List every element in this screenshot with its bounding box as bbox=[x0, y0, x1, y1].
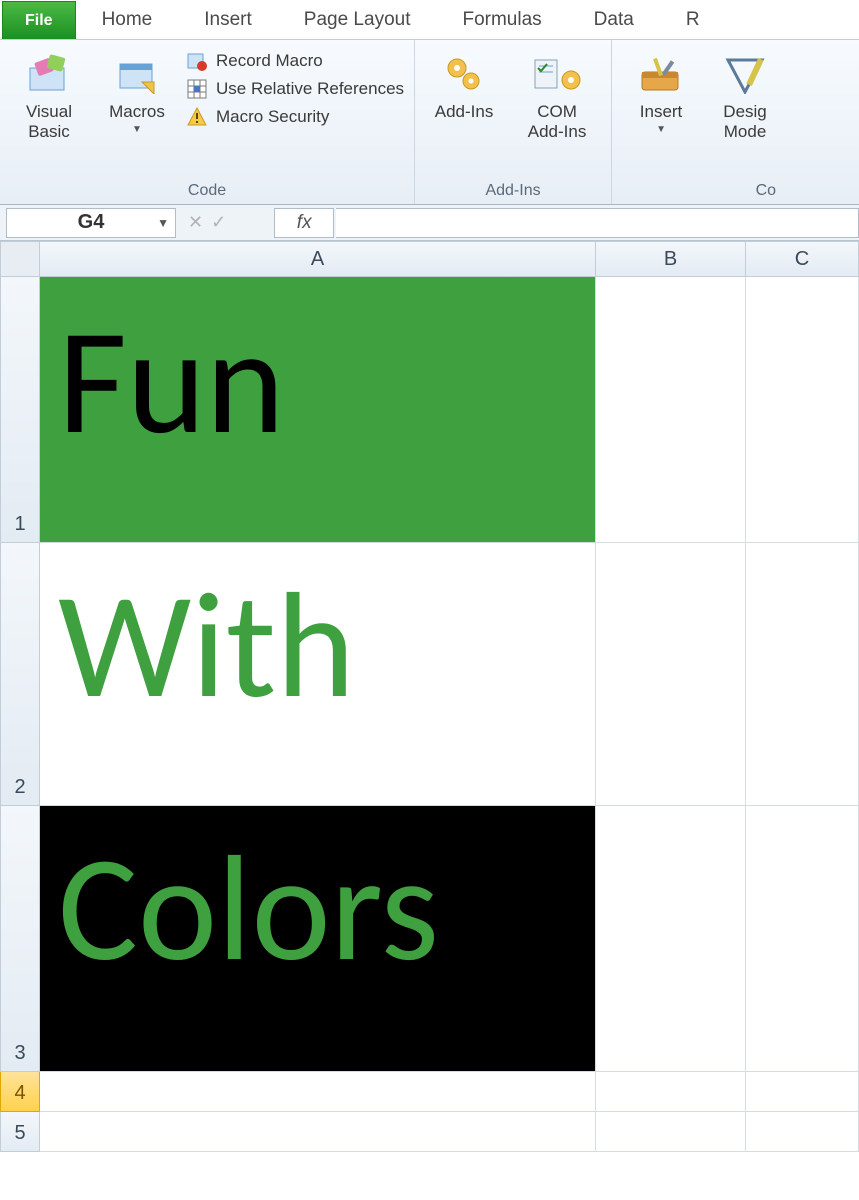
formula-bar: G4 ✕ ✓ fx bbox=[0, 205, 859, 241]
group-addins-label: Add-Ins bbox=[425, 179, 601, 202]
row-header-5[interactable]: 5 bbox=[0, 1112, 40, 1152]
record-macro-label: Record Macro bbox=[216, 51, 323, 71]
cell-c1[interactable] bbox=[746, 277, 859, 543]
row-header-4[interactable]: 4 bbox=[0, 1072, 40, 1112]
chevron-down-icon: ▼ bbox=[132, 124, 142, 136]
use-relative-references-label: Use Relative References bbox=[216, 79, 404, 99]
cell-b3[interactable] bbox=[596, 806, 746, 1072]
ribbon-tabs: File Home Insert Page Layout Formulas Da… bbox=[0, 0, 859, 40]
column-header-a[interactable]: A bbox=[40, 241, 596, 277]
visual-basic-icon bbox=[25, 50, 73, 98]
cell-a4[interactable] bbox=[40, 1072, 596, 1112]
row-header-2[interactable]: 2 bbox=[0, 543, 40, 806]
group-controls-label: Co bbox=[622, 179, 780, 202]
insert-control-button[interactable]: Insert ▼ bbox=[622, 46, 700, 135]
relative-references-icon bbox=[186, 78, 208, 100]
cell-c3[interactable] bbox=[746, 806, 859, 1072]
formula-input[interactable] bbox=[336, 208, 859, 238]
name-box[interactable]: G4 bbox=[6, 208, 176, 238]
cell-b2[interactable] bbox=[596, 543, 746, 806]
chevron-down-icon: ▼ bbox=[656, 124, 666, 136]
ribbon: Visual Basic Macros ▼ Record Macro bbox=[0, 40, 859, 205]
enter-icon: ✓ bbox=[211, 212, 226, 233]
use-relative-references-button[interactable]: Use Relative References bbox=[186, 78, 404, 100]
group-controls: Insert ▼ Desig Mode Co bbox=[612, 40, 790, 204]
cell-c4[interactable] bbox=[746, 1072, 859, 1112]
insert-control-label: Insert bbox=[640, 102, 683, 122]
macro-security-button[interactable]: Macro Security bbox=[186, 106, 404, 128]
design-mode-icon bbox=[721, 50, 769, 98]
cell-a1[interactable]: Fun bbox=[40, 277, 596, 543]
cell-b5[interactable] bbox=[596, 1112, 746, 1152]
addins-button[interactable]: Add-Ins bbox=[425, 46, 503, 122]
cell-b1[interactable] bbox=[596, 277, 746, 543]
record-macro-button[interactable]: Record Macro bbox=[186, 50, 404, 72]
cell-a5[interactable] bbox=[40, 1112, 596, 1152]
formula-bar-buttons: ✕ ✓ bbox=[188, 212, 226, 233]
group-addins: Add-Ins COM Add-Ins Add-Ins bbox=[415, 40, 612, 204]
design-mode-label: Desig Mode bbox=[723, 102, 766, 141]
row-header-3[interactable]: 3 bbox=[0, 806, 40, 1072]
cell-c2[interactable] bbox=[746, 543, 859, 806]
macro-security-label: Macro Security bbox=[216, 107, 329, 127]
fx-button[interactable]: fx bbox=[274, 208, 334, 238]
cell-b4[interactable] bbox=[596, 1072, 746, 1112]
worksheet-grid[interactable]: A B C 1 Fun 2 With 3 Colors 4 5 bbox=[0, 241, 859, 1152]
tab-home[interactable]: Home bbox=[76, 1, 179, 39]
cell-a2[interactable]: With bbox=[40, 543, 596, 806]
tab-review-partial[interactable]: R bbox=[660, 1, 726, 39]
row-header-1[interactable]: 1 bbox=[0, 277, 40, 543]
column-header-b[interactable]: B bbox=[596, 241, 746, 277]
tab-data[interactable]: Data bbox=[568, 1, 660, 39]
tab-insert[interactable]: Insert bbox=[178, 1, 278, 39]
tab-page-layout[interactable]: Page Layout bbox=[278, 1, 437, 39]
tab-formulas[interactable]: Formulas bbox=[436, 1, 567, 39]
record-macro-icon bbox=[186, 50, 208, 72]
com-addins-icon bbox=[533, 50, 581, 98]
macros-button[interactable]: Macros ▼ bbox=[98, 46, 176, 135]
addins-label: Add-Ins bbox=[435, 102, 494, 122]
toolbox-icon bbox=[637, 50, 685, 98]
visual-basic-button[interactable]: Visual Basic bbox=[10, 46, 88, 141]
macros-label: Macros bbox=[109, 102, 165, 122]
com-addins-label: COM Add-Ins bbox=[528, 102, 587, 141]
macros-icon bbox=[113, 50, 161, 98]
cell-c5[interactable] bbox=[746, 1112, 859, 1152]
cell-a3[interactable]: Colors bbox=[40, 806, 596, 1072]
tab-file[interactable]: File bbox=[2, 1, 76, 39]
group-code: Visual Basic Macros ▼ Record Macro bbox=[0, 40, 415, 204]
warning-icon bbox=[186, 106, 208, 128]
com-addins-button[interactable]: COM Add-Ins bbox=[513, 46, 601, 141]
group-code-label: Code bbox=[10, 179, 404, 202]
design-mode-button[interactable]: Desig Mode bbox=[710, 46, 780, 141]
gear-icon bbox=[440, 50, 488, 98]
cancel-icon: ✕ bbox=[188, 212, 203, 233]
select-all-corner[interactable] bbox=[0, 241, 40, 277]
column-header-c[interactable]: C bbox=[746, 241, 859, 277]
visual-basic-label: Visual Basic bbox=[26, 102, 72, 141]
